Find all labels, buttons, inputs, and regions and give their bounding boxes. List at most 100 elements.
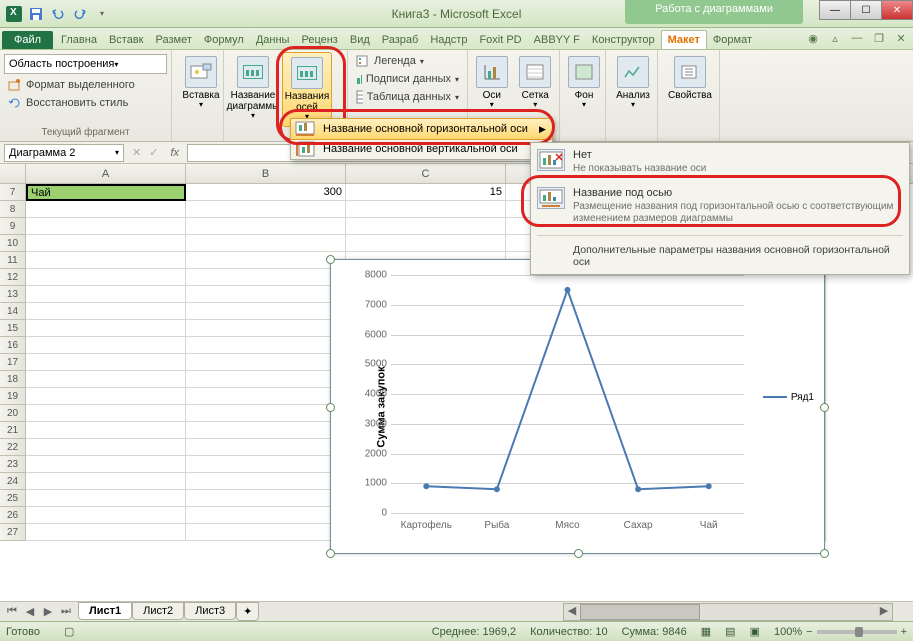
chart-legend[interactable]: Ряд1 [763, 392, 814, 403]
cell-B13[interactable] [186, 286, 346, 303]
row-header[interactable]: 17 [0, 354, 26, 371]
row-header[interactable]: 20 [0, 405, 26, 422]
horizontal-scrollbar[interactable]: ◀ ▶ [563, 603, 893, 621]
chart-handle-e[interactable] [820, 403, 829, 412]
zoom-in-icon[interactable]: + [901, 626, 907, 638]
zoom-slider[interactable] [817, 630, 897, 634]
maximize-button[interactable]: ☐ [850, 0, 882, 20]
ribbon-minimize-icon[interactable]: ▵ [827, 30, 843, 46]
cell-A12[interactable] [26, 269, 186, 286]
cell-A26[interactable] [26, 507, 186, 524]
cell-A18[interactable] [26, 371, 186, 388]
cell-A16[interactable] [26, 337, 186, 354]
help-icon[interactable]: ◉ [805, 30, 821, 46]
analysis-button[interactable]: Анализ▾ [610, 52, 656, 114]
cell-A25[interactable] [26, 490, 186, 507]
row-header[interactable]: 24 [0, 473, 26, 490]
cell-B25[interactable] [186, 490, 346, 507]
cell-B26[interactable] [186, 507, 346, 524]
horizontal-axis-title-item[interactable]: Название основной горизонтальной оси ▶ [290, 118, 553, 140]
sheet-nav-next-icon[interactable]: ▶ [40, 605, 56, 618]
chart-handle-w[interactable] [326, 403, 335, 412]
row-header[interactable]: 27 [0, 524, 26, 541]
redo-icon[interactable] [70, 4, 90, 24]
legend-button[interactable]: Легенда ▾ [352, 52, 463, 70]
tab-data[interactable]: Данны [250, 31, 296, 49]
format-selection-button[interactable]: Формат выделенного [4, 76, 167, 94]
cell-B23[interactable] [186, 456, 346, 473]
row-header[interactable]: 21 [0, 422, 26, 439]
properties-button[interactable]: Свойства [662, 52, 718, 105]
cell-B9[interactable] [186, 218, 346, 235]
cell-A17[interactable] [26, 354, 186, 371]
tab-home[interactable]: Главна [55, 31, 103, 49]
row-header[interactable]: 10 [0, 235, 26, 252]
doc-minimize-icon[interactable]: — [849, 30, 865, 46]
file-tab[interactable]: Файл [2, 31, 53, 49]
accept-formula-icon[interactable]: ✓ [145, 146, 162, 159]
cell-B24[interactable] [186, 473, 346, 490]
cell-C7[interactable]: 15 [346, 184, 506, 201]
minimize-button[interactable]: — [819, 0, 851, 20]
tab-chart-design[interactable]: Конструктор [586, 31, 661, 49]
sheet-nav-last-icon[interactable]: ⏭ [58, 605, 74, 618]
row-header[interactable]: 13 [0, 286, 26, 303]
select-all-corner[interactable] [0, 164, 26, 183]
insert-button[interactable]: Вставка ▾ [176, 52, 226, 114]
row-header[interactable]: 11 [0, 252, 26, 269]
cell-A7[interactable]: Чай [26, 184, 186, 201]
new-sheet-button[interactable]: ✦ [236, 602, 259, 621]
sheet-tab-3[interactable]: Лист3 [184, 602, 236, 620]
cell-B19[interactable] [186, 388, 346, 405]
background-button[interactable]: Фон▾ [564, 52, 604, 114]
row-header[interactable]: 26 [0, 507, 26, 524]
cell-B16[interactable] [186, 337, 346, 354]
cell-A27[interactable] [26, 524, 186, 541]
sheet-nav-first-icon[interactable]: ⏮ [4, 605, 20, 618]
cell-A11[interactable] [26, 252, 186, 269]
name-box[interactable]: Диаграмма 2 ▾ [4, 144, 124, 162]
axis-titles-button[interactable]: Названия осей ▾ [282, 52, 332, 127]
cell-C9[interactable] [346, 218, 506, 235]
cell-A8[interactable] [26, 201, 186, 218]
cell-B12[interactable] [186, 269, 346, 286]
zoom-out-icon[interactable]: − [806, 626, 812, 638]
data-table-button[interactable]: Таблица данных ▾ [352, 88, 463, 106]
axes-button[interactable]: Оси▾ [472, 52, 512, 114]
col-header-A[interactable]: A [26, 164, 186, 183]
cell-A21[interactable] [26, 422, 186, 439]
row-header[interactable]: 9 [0, 218, 26, 235]
row-header[interactable]: 19 [0, 388, 26, 405]
doc-close-icon[interactable]: ✕ [893, 30, 909, 46]
row-header[interactable]: 23 [0, 456, 26, 473]
qat-customize-icon[interactable]: ▾ [92, 4, 112, 24]
cell-A23[interactable] [26, 456, 186, 473]
row-header[interactable]: 16 [0, 337, 26, 354]
flyout-more-options[interactable]: Дополнительные параметры названия основн… [531, 240, 909, 268]
cell-A15[interactable] [26, 320, 186, 337]
row-header[interactable]: 25 [0, 490, 26, 507]
tab-chart-layout[interactable]: Макет [661, 30, 707, 49]
row-header[interactable]: 12 [0, 269, 26, 286]
zoom-control[interactable]: 100% − + [774, 626, 907, 638]
cell-B27[interactable] [186, 524, 346, 541]
chart-plot-area[interactable]: 010002000300040005000600070008000Картофе… [391, 275, 744, 513]
cell-B15[interactable] [186, 320, 346, 337]
cell-A14[interactable] [26, 303, 186, 320]
cell-B11[interactable] [186, 252, 346, 269]
sheet-tab-2[interactable]: Лист2 [132, 602, 184, 620]
sheet-tab-1[interactable]: Лист1 [78, 602, 132, 620]
cell-B18[interactable] [186, 371, 346, 388]
tab-abbyy[interactable]: ABBYY F [528, 31, 586, 49]
col-header-B[interactable]: B [186, 164, 346, 183]
axis-title-none-item[interactable]: Нет Не показывать название оси [531, 143, 909, 181]
excel-icon[interactable] [4, 4, 24, 24]
row-header[interactable]: 14 [0, 303, 26, 320]
view-page-break-icon[interactable]: ▣ [750, 625, 760, 638]
chart-area-combo[interactable]: Область построения ▾ [4, 54, 167, 74]
row-header[interactable]: 7 [0, 184, 26, 201]
macro-record-icon[interactable]: ▢ [64, 625, 74, 638]
cell-B21[interactable] [186, 422, 346, 439]
doc-restore-icon[interactable]: ❐ [871, 30, 887, 46]
cell-B20[interactable] [186, 405, 346, 422]
